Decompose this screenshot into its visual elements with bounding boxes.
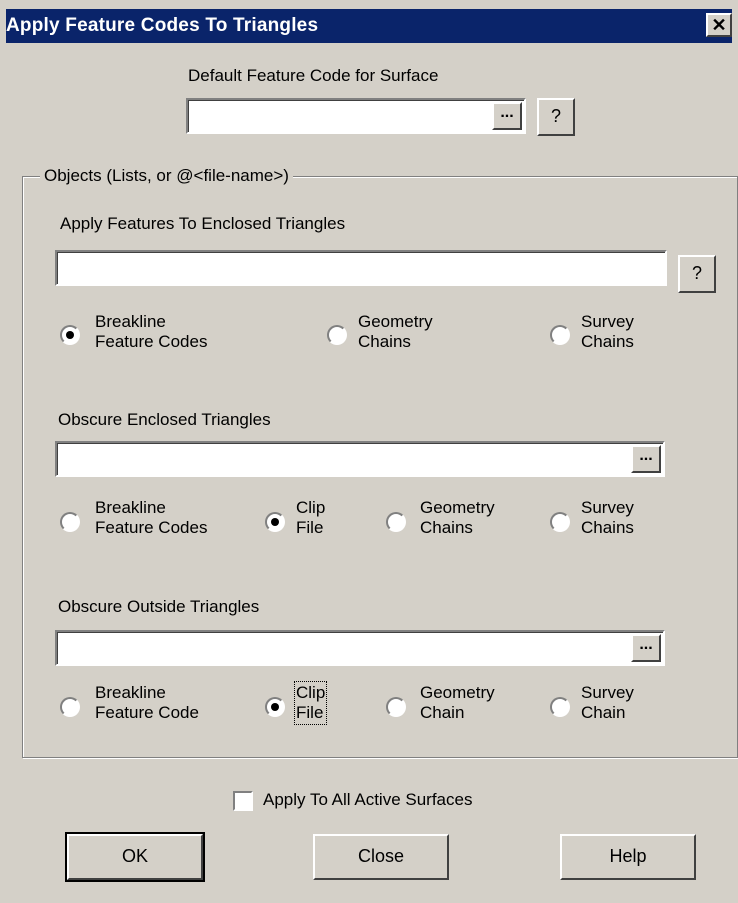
radio-obscure-enclosed-breakline[interactable] xyxy=(60,512,80,532)
apply-all-surfaces-checkbox[interactable] xyxy=(233,791,253,811)
obscure-outside-browse-button[interactable]: ... xyxy=(631,634,661,662)
default-feature-code-label: Default Feature Code for Surface xyxy=(188,66,439,85)
close-icon[interactable]: ✕ xyxy=(706,13,732,37)
title-bar: Apply Feature Codes To Triangles ✕ xyxy=(6,9,732,43)
radio-obscure-outside-geometry-label: Geometry Chain xyxy=(420,683,495,722)
obscure-enclosed-input[interactable]: ... xyxy=(55,441,665,477)
radio-obscure-outside-breakline[interactable] xyxy=(60,697,80,717)
radio-enclosed-survey-label: Survey Chains xyxy=(581,312,634,351)
enclosed-features-label: Apply Features To Enclosed Triangles xyxy=(60,214,346,233)
apply-all-surfaces-label: Apply To All Active Surfaces xyxy=(263,790,473,809)
obscure-enclosed-browse-button[interactable]: ... xyxy=(631,445,661,473)
radio-obscure-outside-survey-label: Survey Chain xyxy=(581,683,634,722)
help-button[interactable]: Help xyxy=(560,834,696,880)
radio-obscure-enclosed-geometry-label: Geometry Chains xyxy=(420,498,495,537)
radio-enclosed-breakline[interactable] xyxy=(60,325,80,345)
radio-obscure-enclosed-breakline-label: Breakline Feature Codes xyxy=(95,498,208,537)
enclosed-features-input[interactable] xyxy=(55,250,667,286)
radio-obscure-enclosed-survey[interactable] xyxy=(550,512,570,532)
radio-obscure-outside-geometry[interactable] xyxy=(386,697,406,717)
default-feature-code-input[interactable]: ... xyxy=(186,98,526,134)
radio-obscure-outside-breakline-label: Breakline Feature Code xyxy=(95,683,199,722)
obscure-outside-input[interactable]: ... xyxy=(55,630,665,666)
radio-obscure-enclosed-clip-label: Clip File xyxy=(296,498,326,537)
obscure-enclosed-label: Obscure Enclosed Triangles xyxy=(58,410,271,429)
radio-obscure-enclosed-clip[interactable] xyxy=(265,512,285,532)
objects-group-legend: Objects (Lists, or @<file-name>) xyxy=(40,166,293,186)
dialog-window: Apply Feature Codes To Triangles ✕ Defau… xyxy=(0,0,738,903)
radio-enclosed-breakline-label: Breakline Feature Codes xyxy=(95,312,208,351)
radio-enclosed-geometry[interactable] xyxy=(327,325,347,345)
obscure-outside-label: Obscure Outside Triangles xyxy=(58,597,260,616)
radio-enclosed-survey[interactable] xyxy=(550,325,570,345)
radio-obscure-enclosed-survey-label: Survey Chains xyxy=(581,498,634,537)
window-title: Apply Feature Codes To Triangles xyxy=(6,15,319,36)
enclosed-features-help-button[interactable]: ? xyxy=(678,255,716,293)
radio-obscure-enclosed-geometry[interactable] xyxy=(386,512,406,532)
default-browse-button[interactable]: ... xyxy=(492,102,522,130)
radio-obscure-outside-clip-label: Clip File xyxy=(293,681,328,725)
radio-enclosed-geometry-label: Geometry Chains xyxy=(358,312,433,351)
ok-button[interactable]: OK xyxy=(65,832,205,882)
default-help-button[interactable]: ? xyxy=(537,98,575,136)
close-button[interactable]: Close xyxy=(313,834,449,880)
radio-obscure-outside-survey[interactable] xyxy=(550,697,570,717)
radio-obscure-outside-clip[interactable] xyxy=(265,697,285,717)
